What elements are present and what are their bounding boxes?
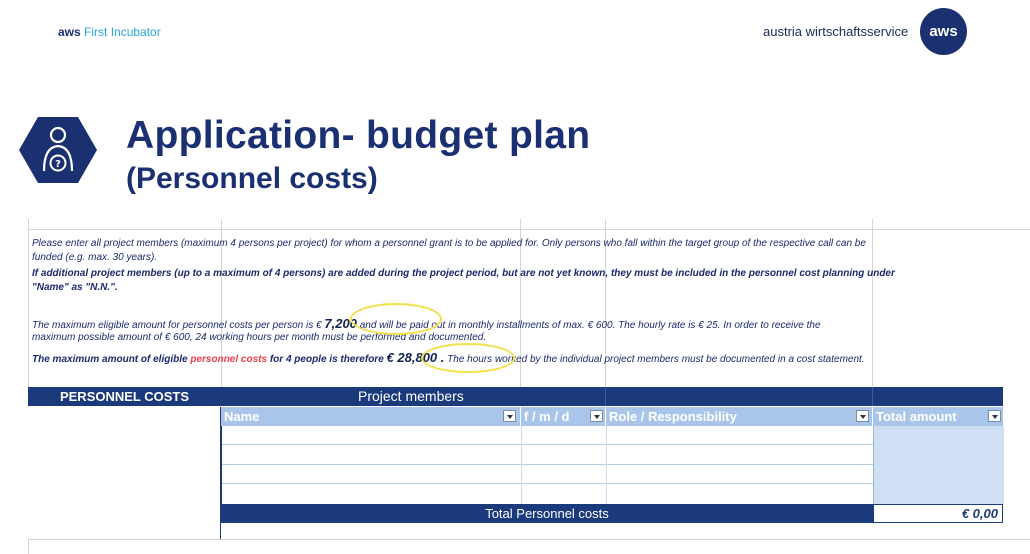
- filter-dropdown-icon[interactable]: [503, 410, 516, 422]
- filter-dropdown-icon[interactable]: [856, 410, 869, 422]
- grid-line: [28, 539, 1030, 540]
- brand-short: aws: [58, 25, 81, 39]
- aws-logo: aws: [920, 8, 967, 55]
- band-divider: [605, 387, 606, 406]
- amount-highlight-oval: [350, 303, 442, 335]
- column-divider: [606, 426, 607, 504]
- column-header-name[interactable]: Name: [221, 407, 520, 426]
- amount-highlight-oval: [421, 343, 515, 373]
- band-divider: [872, 387, 873, 406]
- info-line-4: "Name" as "N.N.".: [32, 282, 118, 293]
- section-side-cell: [28, 407, 221, 539]
- table-row[interactable]: [222, 426, 874, 445]
- filter-dropdown-icon[interactable]: [988, 410, 1001, 422]
- info-line-3: If additional project members (up to a m…: [32, 268, 895, 279]
- column-role-label: Role / Responsibility: [609, 409, 737, 424]
- org-name: austria wirtschaftsservice: [763, 24, 909, 39]
- brand-program-name: First Incubator: [84, 25, 161, 39]
- personnel-costs-highlight: personnel costs: [190, 354, 268, 365]
- column-header-gender[interactable]: f / m / d: [521, 407, 605, 426]
- table-row[interactable]: [222, 445, 874, 465]
- grid-line: [28, 229, 1030, 230]
- amount-column-fill[interactable]: [873, 426, 1004, 504]
- column-header-role[interactable]: Role / Responsibility: [606, 407, 872, 426]
- page-subtitle: (Personnel costs): [126, 162, 378, 195]
- column-name-label: Name: [224, 409, 260, 424]
- column-divider: [521, 426, 522, 504]
- column-gender-label: f / m / d: [524, 409, 570, 424]
- grid-line: [872, 219, 873, 389]
- filter-dropdown-icon[interactable]: [590, 410, 603, 422]
- group-label: Project members: [358, 388, 464, 404]
- info-line-7-start: The maximum amount of eligible: [32, 354, 188, 365]
- svg-text:?: ?: [55, 159, 61, 170]
- column-amount-label: Total amount: [876, 409, 957, 424]
- total-label: Total Personnel costs: [221, 504, 873, 523]
- info-line-7-mid: for 4 people is therefore: [269, 354, 384, 365]
- total-value: € 0,00: [873, 504, 1003, 523]
- info-line-1: Please enter all project members (maximu…: [32, 238, 866, 249]
- table-row[interactable]: [222, 484, 874, 503]
- brand-program: aws First Incubator: [58, 25, 161, 39]
- info-line-5-start: The maximum eligible amount for personne…: [32, 320, 322, 331]
- table-row[interactable]: [222, 465, 874, 484]
- person-question-icon: ?: [19, 117, 97, 183]
- info-line-2: funded (e.g. max. 30 years).: [32, 252, 158, 263]
- table-body: [221, 426, 1004, 504]
- column-header-amount[interactable]: Total amount: [873, 407, 1003, 426]
- page-title: Application- budget plan: [126, 114, 591, 157]
- spreadsheet: Please enter all project members (maximu…: [28, 219, 1030, 554]
- section-label: PERSONNEL COSTS: [59, 389, 190, 404]
